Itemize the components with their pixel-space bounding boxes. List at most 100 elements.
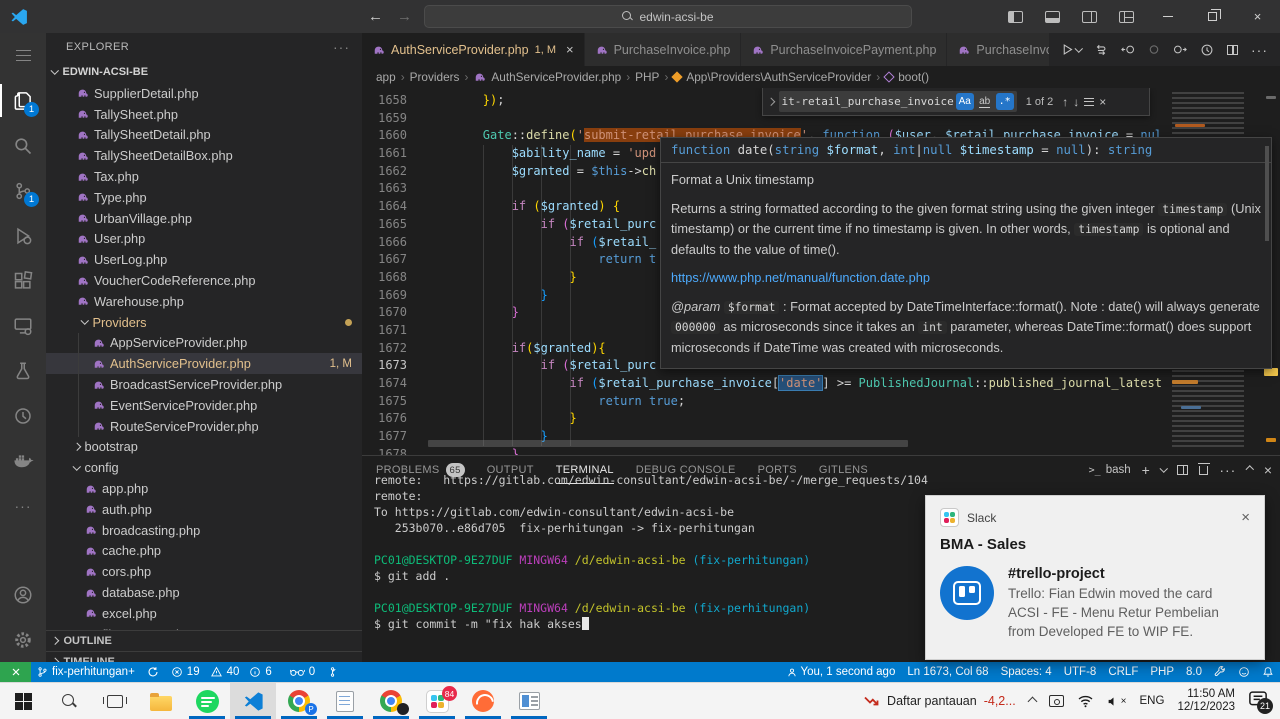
testing-icon[interactable] <box>0 348 46 393</box>
breadcrumb-item[interactable]: App\Providers\AuthServiceProvider <box>686 70 871 84</box>
source-control-icon[interactable]: 1 <box>0 168 46 213</box>
remote-explorer-icon[interactable] <box>0 303 46 348</box>
feedback-icon[interactable] <box>1232 662 1256 682</box>
file-row[interactable]: broadcasting.php <box>46 520 362 541</box>
file-row[interactable]: app.php <box>46 478 362 499</box>
toggle-secondary-sidebar-icon[interactable] <box>1082 11 1097 23</box>
encoding-setting[interactable]: UTF-8 <box>1058 662 1103 682</box>
tray-app-icon[interactable] <box>1049 695 1064 707</box>
eol-setting[interactable]: CRLF <box>1102 662 1144 682</box>
code-line[interactable]: 1674 if ($retail_purchase_invoice['date'… <box>362 375 1280 393</box>
split-editor-icon[interactable] <box>1227 45 1238 55</box>
sync-changes-icon[interactable] <box>1094 43 1108 57</box>
language-mode[interactable]: PHP <box>1144 662 1180 682</box>
volume-muted-icon[interactable]: × <box>1107 695 1127 708</box>
file-row[interactable]: AppServiceProvider.php <box>46 333 362 354</box>
file-row[interactable]: Tax.php <box>46 166 362 187</box>
tray-expand-icon[interactable] <box>1027 696 1037 706</box>
previous-match-icon[interactable]: ↑ <box>1062 95 1068 109</box>
postman-icon[interactable] <box>460 683 506 719</box>
timeline-icon[interactable] <box>1200 43 1214 57</box>
slack-notification-toast[interactable]: Slack × BMA - Sales #trello-project Trel… <box>925 495 1265 660</box>
back-button[interactable]: ← <box>368 8 383 25</box>
whole-word-toggle[interactable]: ab <box>976 93 994 110</box>
taskbar-search-icon[interactable] <box>46 683 92 719</box>
code-line[interactable]: 1678 } <box>362 446 1280 455</box>
file-row[interactable]: Warehouse.php <box>46 291 362 312</box>
file-row[interactable]: database.php <box>46 582 362 603</box>
run-debug-icon[interactable] <box>0 213 46 258</box>
match-case-toggle[interactable]: Aa <box>956 93 974 110</box>
file-row[interactable]: TallySheetDetailBox.php <box>46 145 362 166</box>
more-views-icon[interactable]: ··· <box>0 483 46 528</box>
menu-icon[interactable] <box>0 33 46 78</box>
file-row[interactable]: TallySheet.php <box>46 104 362 125</box>
history-icon[interactable] <box>0 393 46 438</box>
sync-indicator[interactable] <box>141 662 165 682</box>
branch-indicator[interactable]: fix-perhitungan+ <box>31 662 141 682</box>
indentation-setting[interactable]: Spaces: 4 <box>995 662 1058 682</box>
wrench-icon[interactable] <box>1208 662 1232 682</box>
restore-button[interactable] <box>1190 0 1235 33</box>
expand-replace-icon[interactable] <box>767 98 775 106</box>
notification-center-icon[interactable]: 21 <box>1248 690 1270 712</box>
file-row[interactable]: cache.php <box>46 541 362 562</box>
stocks-widget[interactable]: Daftar pantauan -4,2... <box>864 694 1016 708</box>
horizontal-scrollbar[interactable] <box>428 440 908 447</box>
file-row[interactable]: Type.php <box>46 187 362 208</box>
editor-more-icon[interactable]: ··· <box>1251 42 1268 58</box>
run-button[interactable] <box>1061 43 1082 56</box>
editor-tab[interactable]: PurchaseInvoice.php <box>585 33 742 66</box>
breadcrumb-item[interactable]: PHP <box>635 70 659 84</box>
file-row[interactable]: cors.php <box>46 561 362 582</box>
spotify-icon[interactable] <box>184 683 230 719</box>
toggle-sidebar-icon[interactable] <box>1008 11 1023 23</box>
slack-taskbar-icon[interactable]: 84 <box>414 683 460 719</box>
regex-toggle[interactable]: .* <box>996 93 1014 110</box>
timeline-section[interactable]: TIMELINE <box>46 651 362 662</box>
file-row[interactable]: auth.php <box>46 499 362 520</box>
extensions-icon[interactable] <box>0 258 46 303</box>
wifi-icon[interactable] <box>1077 694 1094 708</box>
next-change-icon[interactable] <box>1172 43 1187 56</box>
find-in-selection-icon[interactable] <box>1084 98 1094 106</box>
file-row[interactable]: RouteServiceProvider.php <box>46 416 362 437</box>
breadcrumb-item[interactable]: boot() <box>898 70 929 84</box>
run-dropdown-icon[interactable] <box>1074 44 1082 52</box>
explorer-more-icon[interactable]: ··· <box>333 39 350 55</box>
vscode-taskbar-icon[interactable] <box>230 683 276 719</box>
search-view-icon[interactable] <box>0 123 46 168</box>
command-center-search[interactable]: edwin-acsi-be <box>424 5 912 28</box>
problems-indicator[interactable]: 19 40 6 <box>165 662 284 682</box>
outline-section[interactable]: OUTLINE <box>46 630 362 651</box>
minimize-button[interactable] <box>1145 0 1190 33</box>
breadcrumb-item[interactable]: app <box>376 70 396 84</box>
notepad-icon[interactable] <box>322 683 368 719</box>
tab-close-icon[interactable]: × <box>566 42 574 57</box>
workspace-root[interactable]: EDWIN-ACSI-BE <box>46 61 362 83</box>
editor-tab[interactable]: AuthServiceProvider.php1, M× <box>362 33 585 66</box>
file-row[interactable]: BroadcastServiceProvider.php <box>46 374 362 395</box>
extension-counter[interactable]: 0 <box>284 662 321 682</box>
file-row[interactable]: TallySheetDetail.php <box>46 125 362 146</box>
blame-indicator[interactable]: You, 1 second ago <box>781 662 902 682</box>
file-row[interactable]: UrbanVillage.php <box>46 208 362 229</box>
gitlens-indicator[interactable] <box>321 662 344 682</box>
close-panel-icon[interactable]: × <box>1264 462 1272 478</box>
snip-app-icon[interactable] <box>506 683 552 719</box>
breadcrumb-item[interactable]: Providers <box>410 70 460 84</box>
code-line[interactable]: 1676 } <box>362 410 1280 428</box>
remote-indicator[interactable] <box>0 662 31 682</box>
file-row[interactable]: UserLog.php <box>46 249 362 270</box>
tooltip-scrollbar[interactable] <box>1265 146 1269 241</box>
code-line[interactable]: 1675 return true; <box>362 393 1280 411</box>
close-button[interactable]: × <box>1235 0 1280 33</box>
file-row[interactable]: SupplierDetail.php <box>46 83 362 104</box>
file-explorer-icon[interactable] <box>138 683 184 719</box>
language-indicator[interactable]: ENG <box>1140 695 1165 707</box>
forward-button[interactable]: → <box>397 8 412 25</box>
previous-change-icon[interactable] <box>1121 43 1136 56</box>
file-row[interactable]: AuthServiceProvider.php1, M <box>46 353 362 374</box>
folder-row[interactable]: config <box>46 457 362 478</box>
toggle-panel-icon[interactable] <box>1045 11 1060 23</box>
